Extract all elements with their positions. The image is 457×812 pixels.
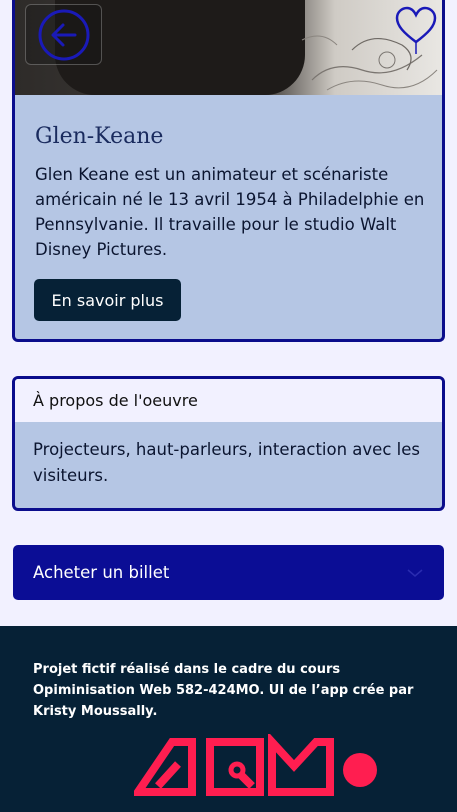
arrow-left-circle-icon: [38, 9, 89, 60]
artwork-info-heading: À propos de l'oeuvre: [15, 379, 442, 422]
museum-logo: [134, 734, 377, 796]
artist-bio: Glen Keane est un animateur et scénarist…: [35, 165, 425, 259]
footer-credit: Projet fictif réalisé dans le cadre du c…: [33, 662, 414, 719]
buy-ticket-button[interactable]: Acheter un billet: [13, 545, 444, 600]
artist-name: Glen-Keane: [35, 124, 164, 149]
artwork-info-panel: À propos de l'oeuvre Projecteurs, haut-p…: [12, 376, 445, 511]
heart-icon: [395, 6, 437, 54]
chevron-down-icon: [407, 568, 423, 577]
buy-ticket-label: Acheter un billet: [33, 563, 170, 582]
artwork-description: Projecteurs, haut-parleurs, interaction …: [33, 440, 420, 485]
favorite-button[interactable]: [394, 6, 438, 56]
back-button[interactable]: [25, 4, 102, 65]
artist-card: Glen-Keane Glen Keane est un animateur e…: [12, 0, 445, 342]
learn-more-button[interactable]: En savoir plus: [34, 279, 181, 321]
footer: Projet fictif réalisé dans le cadre du c…: [0, 626, 457, 812]
